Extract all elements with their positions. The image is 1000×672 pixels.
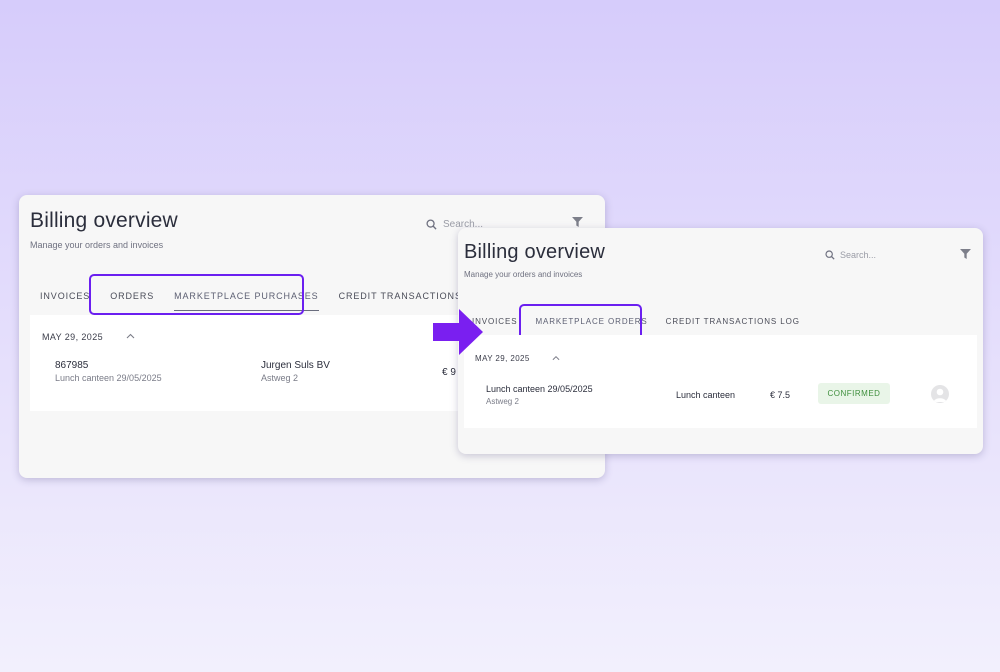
group-date: MAY 29, 2025 [475, 354, 530, 363]
chevron-up-icon[interactable] [552, 355, 560, 361]
arrow-right-icon [433, 309, 483, 355]
tab-highlight-box [89, 274, 304, 315]
user-avatar-icon[interactable] [931, 385, 949, 403]
order-amount: € 7.5 [770, 390, 791, 400]
filter-icon[interactable] [572, 217, 583, 227]
chevron-up-icon[interactable] [126, 333, 135, 339]
orders-panel: MAY 29, 2025 Lunch canteen 29/05/2025 As… [464, 335, 977, 428]
search-input[interactable] [840, 250, 920, 260]
search-box[interactable] [825, 250, 920, 260]
page-title: Billing overview [464, 241, 606, 263]
page-subtitle: Manage your orders and invoices [30, 240, 164, 250]
company-name: Jurgen Suls BV [261, 360, 330, 371]
status-badge: CONFIRMED [818, 383, 890, 404]
order-id[interactable]: 867985 [55, 360, 88, 371]
order-description[interactable]: Lunch canteen 29/05/2025 [486, 384, 593, 394]
search-icon [825, 250, 835, 260]
billing-overview-card-new: Billing overview Manage your orders and … [458, 228, 983, 454]
page-subtitle: Manage your orders and invoices [464, 270, 583, 279]
filter-icon[interactable] [960, 249, 971, 259]
tab-invoices[interactable]: INVOICES [40, 291, 90, 311]
company-address: Astweg 2 [261, 373, 299, 383]
search-icon [426, 219, 437, 230]
order-description: Lunch canteen 29/05/2025 [55, 373, 162, 383]
order-amount: € 9 [442, 367, 456, 378]
order-address: Astweg 2 [486, 397, 519, 406]
product-name: Lunch canteen [676, 390, 736, 400]
group-date: MAY 29, 2025 [42, 332, 104, 342]
tab-credit-transactions-log[interactable]: CREDIT TRANSACTIONS LOG [666, 317, 800, 336]
page-title: Billing overview [30, 209, 178, 232]
